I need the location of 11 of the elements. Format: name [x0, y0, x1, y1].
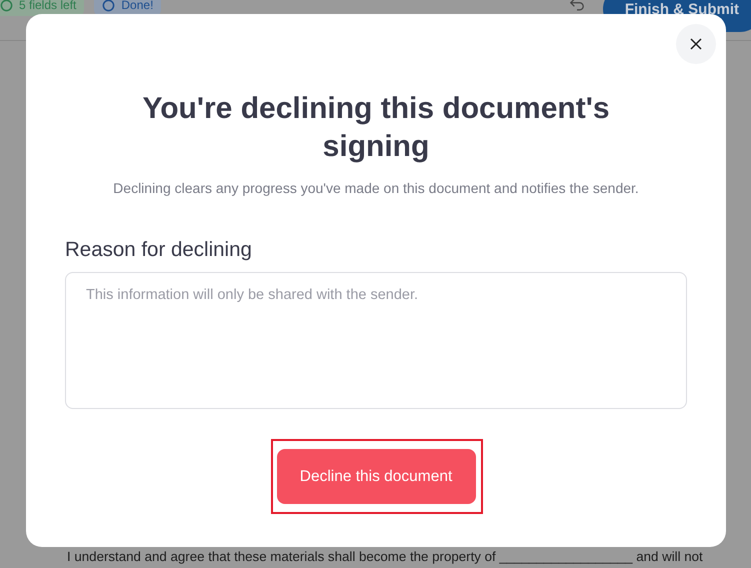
- reason-label: Reason for declining: [65, 238, 253, 262]
- dialog-subtitle: Declining clears any progress you've made on this document and notifies the sender.: [113, 180, 639, 196]
- close-icon: [690, 38, 702, 50]
- close-button[interactable]: [676, 24, 716, 64]
- reason-field[interactable]: This information will only be shared with the sender.: [65, 272, 687, 409]
- document-text: I understand and agree that these materials shall become the property of __________________ and will not: [67, 549, 703, 564]
- fields-left-text: 5 fields left: [19, 0, 76, 12]
- decline-button[interactable]: Decline this document: [276, 449, 476, 504]
- done-text: Done!: [121, 0, 154, 12]
- dialog-title: You're declining this document's signing: [141, 91, 611, 165]
- undo-icon[interactable]: [568, 0, 585, 11]
